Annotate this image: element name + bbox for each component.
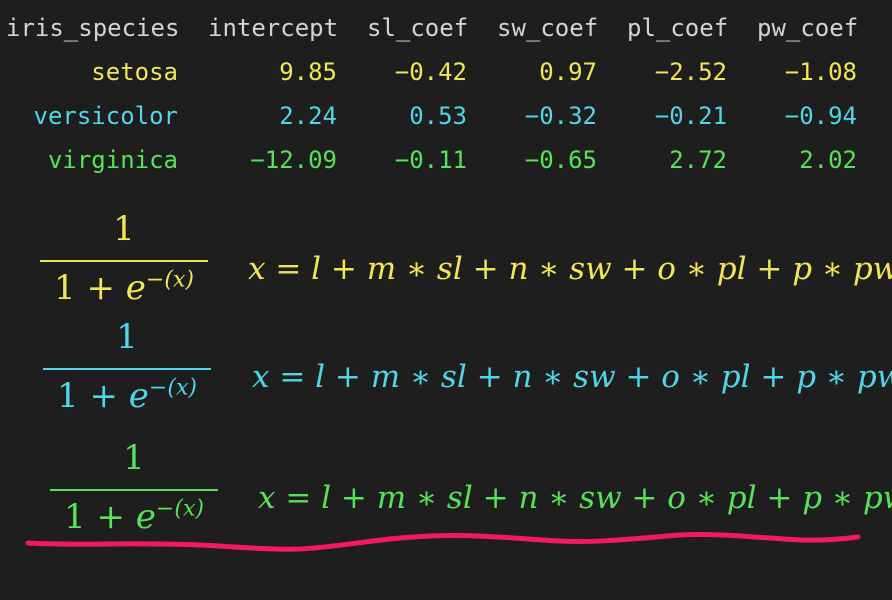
linear-equation: x = l + m ∗ sl + n ∗ sw + o ∗ pl + p ∗ p… — [248, 251, 892, 287]
versicolor-sl-coef: 0.53 — [409, 102, 467, 130]
virginica-sw-coef: −0.65 — [524, 146, 597, 174]
sigmoid-formula-versicolor: 1 1 + e−(x) x = l + m ∗ sl + n ∗ sw + o … — [0, 313, 892, 418]
fraction-numerator: 1 — [116, 317, 138, 357]
versicolor-pl-coef: −0.21 — [654, 102, 727, 130]
linear-equation: x = l + m ∗ sl + n ∗ sw + o ∗ pl + p ∗ p… — [258, 480, 892, 516]
sigmoid-fraction: 1 1 + e−(x) — [40, 205, 208, 310]
header-sw-coef: sw_coef — [497, 14, 599, 42]
fraction-denominator: 1 + e−(x) — [64, 496, 204, 537]
fraction-numerator: 1 — [113, 209, 135, 249]
setosa-intercept: 9.85 — [279, 58, 337, 86]
fraction-numerator: 1 — [123, 438, 145, 478]
fraction-bar — [50, 489, 218, 491]
virginica-pl-coef: 2.72 — [669, 146, 727, 174]
virginica-intercept: −12.09 — [250, 146, 337, 174]
setosa-pl-coef: −2.52 — [654, 58, 727, 86]
row-species-versicolor: versicolor — [33, 102, 179, 130]
fraction-bar — [40, 260, 208, 262]
virginica-sl-coef: −0.11 — [394, 146, 467, 174]
header-pw-coef: pw_coef — [757, 14, 859, 42]
linear-equation: x = l + m ∗ sl + n ∗ sw + o ∗ pl + p ∗ p… — [252, 359, 892, 395]
coefficient-table: iris_species intercept sl_coef sw_coef p… — [0, 0, 892, 190]
fraction-denominator: 1 + e−(x) — [57, 375, 197, 416]
header-pl-coef: pl_coef — [627, 14, 729, 42]
fraction-bar — [43, 368, 211, 370]
header-intercept: intercept — [208, 14, 339, 42]
row-species-setosa: setosa — [91, 58, 178, 86]
sigmoid-fraction: 1 1 + e−(x) — [50, 434, 218, 539]
header-sl-coef: sl_coef — [367, 14, 469, 42]
row-species-virginica: virginica — [47, 146, 178, 174]
fraction-denominator: 1 + e−(x) — [54, 267, 194, 308]
versicolor-intercept: 2.24 — [279, 102, 337, 130]
virginica-pw-coef: 2.02 — [799, 146, 857, 174]
sigmoid-fraction: 1 1 + e−(x) — [43, 313, 211, 418]
setosa-sl-coef: −0.42 — [394, 58, 467, 86]
setosa-sw-coef: 0.97 — [539, 58, 597, 86]
setosa-pw-coef: −1.08 — [784, 58, 857, 86]
sigmoid-formula-virginica: 1 1 + e−(x) x = l + m ∗ sl + n ∗ sw + o … — [0, 434, 892, 539]
header-iris-species: iris_species — [6, 14, 180, 42]
sigmoid-formula-setosa: 1 1 + e−(x) x = l + m ∗ sl + n ∗ sw + o … — [0, 205, 892, 310]
versicolor-sw-coef: −0.32 — [524, 102, 597, 130]
versicolor-pw-coef: −0.94 — [784, 102, 857, 130]
